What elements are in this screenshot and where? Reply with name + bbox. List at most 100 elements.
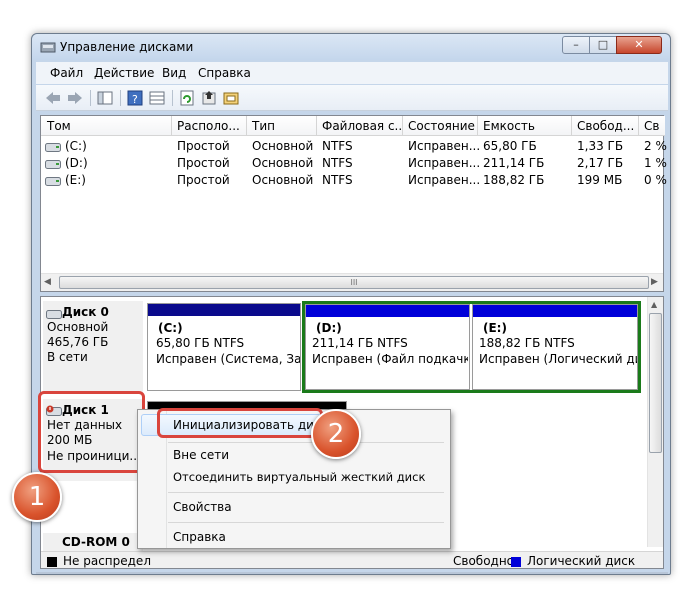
menu-file[interactable]: Файл bbox=[50, 66, 83, 80]
cell-filesystem: NTFS bbox=[322, 173, 353, 187]
logical-legend-swatch bbox=[511, 557, 521, 567]
cell-type: Основной bbox=[252, 173, 314, 187]
partition-e-state: Исправен (Логический дис bbox=[479, 352, 637, 366]
cell-status: Исправен... bbox=[408, 173, 481, 187]
disk-0-label[interactable]: Диск 0 Основной 465,76 ГБ В сети bbox=[43, 301, 143, 393]
drive-icon bbox=[45, 141, 61, 155]
cell-percent-free: 0 % bbox=[644, 173, 667, 187]
scroll-left-icon[interactable]: ◀ bbox=[44, 277, 51, 287]
scroll-thumb-vertical[interactable] bbox=[649, 313, 662, 453]
column-header-percent-free[interactable]: Св bbox=[639, 116, 665, 136]
disk-0-status: В сети bbox=[47, 350, 88, 364]
partition-c-state: Исправен (Система, Загр bbox=[156, 352, 300, 366]
menu-view[interactable]: Вид bbox=[162, 66, 186, 80]
minimize-button[interactable]: – bbox=[562, 36, 590, 54]
annotation-badge-2: 2 bbox=[311, 409, 361, 459]
scroll-right-icon[interactable]: ▶ bbox=[651, 277, 658, 287]
cell-filesystem: NTFS bbox=[322, 156, 353, 170]
disk-0-size: 465,76 ГБ bbox=[47, 335, 109, 349]
partition-d-size: 211,14 ГБ NTFS bbox=[312, 336, 408, 350]
menu-separator bbox=[168, 522, 444, 523]
drive-icon bbox=[45, 175, 61, 189]
refresh-icon[interactable] bbox=[178, 89, 196, 107]
cell-capacity: 65,80 ГБ bbox=[483, 139, 537, 153]
grid-icon[interactable] bbox=[148, 89, 166, 107]
menu-item-detach-vhd[interactable]: Отсоединить виртуальный жесткий диск bbox=[173, 470, 425, 484]
toolbar: ? bbox=[36, 85, 668, 111]
partition-d-letter: (D:) bbox=[316, 321, 342, 335]
properties-icon[interactable] bbox=[200, 89, 218, 107]
column-header-filesystem[interactable]: Файловая с... bbox=[317, 116, 403, 136]
disk-0-type: Основной bbox=[47, 320, 109, 334]
scroll-up-icon[interactable]: ▲ bbox=[651, 300, 657, 309]
vertical-scrollbar[interactable]: ▲ bbox=[647, 297, 663, 547]
menu-item-help[interactable]: Справка bbox=[173, 530, 226, 544]
disk-management-icon bbox=[40, 40, 56, 54]
cell-type: Основной bbox=[252, 139, 314, 153]
disk-1-highlight bbox=[38, 391, 145, 473]
partition-c[interactable]: (C:) 65,80 ГБ NTFS Исправен (Система, За… bbox=[147, 303, 301, 391]
partition-e[interactable]: (E:) 188,82 ГБ NTFS Исправен (Логический… bbox=[472, 304, 638, 390]
title-bar[interactable]: Управление дисками – □ ✕ bbox=[32, 34, 670, 60]
cell-layout: Простой bbox=[177, 156, 230, 170]
scroll-thumb[interactable]: III bbox=[59, 276, 649, 289]
window-title: Управление дисками bbox=[60, 40, 194, 54]
cell-capacity: 188,82 ГБ bbox=[483, 173, 545, 187]
cell-layout: Простой bbox=[177, 173, 230, 187]
drive-icon bbox=[45, 158, 61, 172]
cell-free: 2,17 ГБ bbox=[577, 156, 624, 170]
back-icon[interactable] bbox=[44, 89, 62, 107]
rescan-icon[interactable] bbox=[222, 89, 240, 107]
help-icon[interactable]: ? bbox=[126, 89, 144, 107]
menu-item-properties[interactable]: Свойства bbox=[173, 500, 232, 514]
column-header-volume[interactable]: Том bbox=[41, 116, 172, 136]
cell-filesystem: NTFS bbox=[322, 139, 353, 153]
column-header-status[interactable]: Состояние bbox=[403, 116, 478, 136]
menu-help[interactable]: Справка bbox=[198, 66, 251, 80]
column-header-layout[interactable]: Располо... bbox=[172, 116, 247, 136]
partition-d-state: Исправен (Файл подкачки, bbox=[312, 352, 468, 366]
menu-separator bbox=[168, 442, 444, 443]
cell-free: 199 МБ bbox=[577, 173, 623, 187]
column-header-type[interactable]: Тип bbox=[247, 116, 317, 136]
cdrom-name: CD-ROM 0 bbox=[62, 535, 130, 549]
menu-action[interactable]: Действие bbox=[94, 66, 154, 80]
disk-0-name: Диск 0 bbox=[62, 305, 109, 319]
menu-item-offline[interactable]: Вне сети bbox=[173, 448, 229, 462]
svg-text:?: ? bbox=[132, 93, 138, 106]
toolbar-separator bbox=[90, 90, 91, 106]
unallocated-legend-swatch bbox=[47, 557, 57, 567]
table-row[interactable]: (D:) Простой Основной NTFS Исправен... 2… bbox=[41, 154, 667, 172]
column-header-capacity[interactable]: Емкость bbox=[478, 116, 572, 136]
console-tree-icon[interactable] bbox=[96, 89, 114, 107]
cell-volume: (E:) bbox=[65, 173, 86, 187]
logical-partition-bar bbox=[306, 305, 469, 317]
toolbar-separator bbox=[120, 90, 121, 106]
cell-percent-free: 1 % bbox=[644, 156, 667, 170]
maximize-button[interactable]: □ bbox=[589, 36, 617, 54]
menu-separator bbox=[168, 492, 444, 493]
cell-status: Исправен... bbox=[408, 156, 481, 170]
legend-unallocated: Не распредел bbox=[63, 554, 151, 568]
primary-partition-bar bbox=[148, 304, 300, 316]
table-row[interactable]: (E:) Простой Основной NTFS Исправен... 1… bbox=[41, 171, 667, 189]
cell-status: Исправен... bbox=[408, 139, 481, 153]
horizontal-scrollbar[interactable]: ◀ III ▶ bbox=[41, 273, 663, 291]
status-bar bbox=[36, 572, 668, 574]
legend-bar: Не распредел Свободно Логический диск bbox=[41, 551, 663, 568]
partition-d[interactable]: (D:) 211,14 ГБ NTFS Исправен (Файл подка… bbox=[305, 304, 470, 390]
cell-type: Основной bbox=[252, 156, 314, 170]
cell-capacity: 211,14 ГБ bbox=[483, 156, 545, 170]
legend-free: Свободно bbox=[453, 554, 515, 568]
forward-icon[interactable] bbox=[66, 89, 84, 107]
cell-volume: (C:) bbox=[65, 139, 87, 153]
cell-layout: Простой bbox=[177, 139, 230, 153]
table-row[interactable]: (C:) Простой Основной NTFS Исправен... 6… bbox=[41, 137, 667, 155]
column-header-free[interactable]: Свобод... bbox=[572, 116, 639, 136]
close-button[interactable]: ✕ bbox=[616, 36, 662, 54]
cell-free: 1,33 ГБ bbox=[577, 139, 624, 153]
partition-c-size: 65,80 ГБ NTFS bbox=[156, 336, 245, 350]
annotation-badge-1: 1 bbox=[12, 472, 62, 522]
menu-bar: Файл Действие Вид Справка bbox=[36, 62, 668, 84]
cell-volume: (D:) bbox=[65, 156, 88, 170]
